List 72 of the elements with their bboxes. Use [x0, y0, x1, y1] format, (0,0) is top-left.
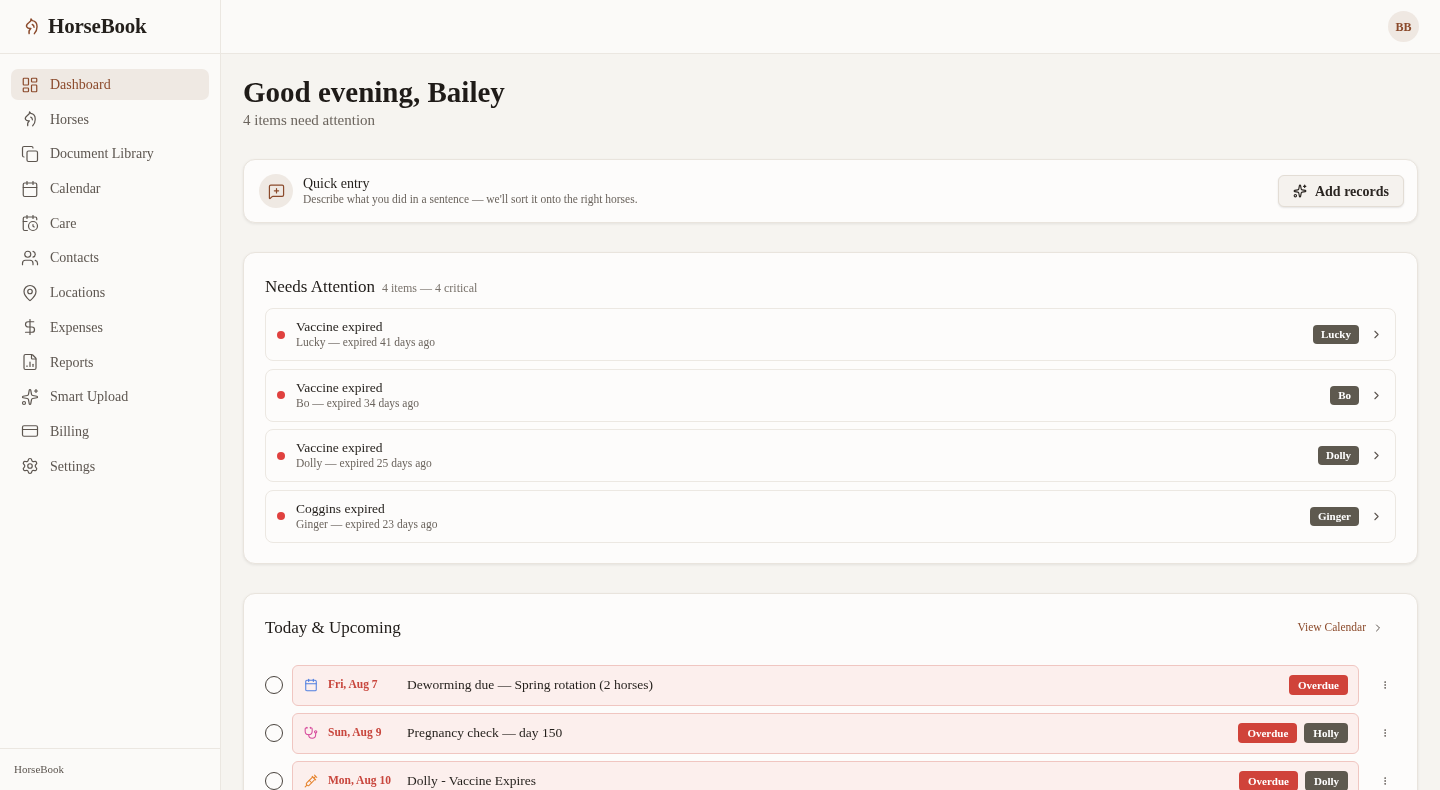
task-title: Dolly - Vaccine Expires — [407, 771, 538, 790]
report-chart-icon — [21, 353, 39, 371]
sidebar-item[interactable]: Care — [11, 207, 209, 239]
sidebar-item[interactable]: Contacts — [11, 242, 209, 274]
horse-badge: Lucky — [1313, 325, 1359, 344]
task-row[interactable]: Fri, Aug 7 Deworming due — Spring rotation (2 horses) Overdue — [292, 664, 1359, 706]
attention-item[interactable]: Vaccine expired Dolly — expired 25 days ago Dolly — [265, 429, 1396, 482]
task-title: Deworming due — Spring rotation (2 horses) — [407, 675, 654, 694]
app-logo-text: HorseBook — [48, 12, 147, 40]
sidebar-item[interactable]: Dashboard — [11, 69, 209, 100]
syringe-icon — [304, 774, 318, 788]
status-badge: Overdue — [1239, 771, 1298, 790]
task-date: Mon, Aug 10 — [328, 773, 392, 789]
sidebar-item[interactable]: Smart Upload — [11, 381, 209, 413]
horse-badge: Ginger — [1310, 506, 1359, 526]
sidebar-item[interactable]: Calendar — [11, 173, 209, 205]
quick-entry-title: Quick entry — [303, 175, 371, 192]
quick-entry-description: Describe what you did in a sentence — we'll sort it onto the right horses. — [303, 192, 639, 207]
task-row[interactable]: Mon, Aug 10 Dolly - Vaccine Expires Overdue Dolly — [292, 760, 1359, 790]
sparkles-icon — [21, 387, 39, 406]
map-pin-icon — [21, 283, 39, 302]
attention-title: Vaccine expired — [296, 379, 384, 396]
status-badge: Overdue — [1289, 675, 1348, 695]
attention-item[interactable]: Vaccine expired Lucky — expired 41 days ago Lucky — [265, 308, 1396, 361]
attention-detail: Ginger — expired 23 days ago — [296, 516, 439, 532]
calendar-icon — [21, 179, 39, 198]
user-avatar[interactable]: BB — [1388, 11, 1419, 42]
horse-badge: Dolly — [1304, 771, 1348, 790]
section-summary: 4 items — 4 critical — [382, 280, 478, 297]
task-date: Sun, Aug 9 — [328, 725, 383, 741]
horse-badge: Bo — [1330, 385, 1359, 405]
attention-item[interactable]: Coggins expired Ginger — expired 23 days ago Ginger — [265, 489, 1396, 543]
sidebar-item[interactable]: Locations — [11, 277, 209, 309]
attention-detail: Dolly — expired 25 days ago — [296, 456, 433, 471]
section-title: Needs Attention — [265, 277, 375, 297]
attention-detail: Bo — expired 34 days ago — [296, 395, 420, 411]
status-badge: Overdue — [1238, 723, 1298, 743]
attention-title: Vaccine expired — [296, 440, 384, 456]
attention-title: Vaccine expired — [296, 319, 384, 335]
calendar-clock-icon — [21, 214, 39, 233]
status-dot-icon — [277, 451, 285, 460]
task-date: Fri, Aug 7 — [328, 677, 379, 693]
status-dot-icon — [277, 391, 285, 399]
sparkles-icon — [1292, 184, 1307, 198]
greeting-subtitle: 4 items need attention — [243, 111, 377, 130]
stethoscope-icon — [304, 726, 318, 740]
calendar-icon — [304, 678, 318, 692]
horse-badge: Holly — [1304, 723, 1348, 743]
task-title: Pregnancy check — day 150 — [407, 723, 564, 742]
sidebar-item[interactable]: Horses — [11, 103, 209, 135]
sidebar-item[interactable]: Document Library — [11, 138, 209, 170]
attention-title: Coggins expired — [296, 500, 386, 517]
attention-detail: Lucky — expired 41 days ago — [296, 335, 436, 350]
status-dot-icon — [277, 512, 285, 520]
greeting-title: Good evening, Bailey — [243, 76, 506, 108]
documents-icon — [21, 144, 39, 163]
sidebar-item[interactable]: Reports — [11, 346, 209, 378]
sidebar-item[interactable]: Settings — [11, 450, 209, 482]
sidebar-item[interactable]: Billing — [11, 415, 209, 447]
people-icon — [21, 248, 39, 267]
task-row[interactable]: Sun, Aug 9 Pregnancy check — day 150 Overdue Holly — [292, 712, 1359, 754]
horse-badge: Dolly — [1317, 446, 1359, 465]
sidebar-item[interactable]: Expenses — [11, 311, 209, 343]
add-records-button[interactable]: Add records — [1277, 175, 1404, 207]
sidebar-footer-text: HorseBook — [14, 762, 65, 778]
section-title: Today & Upcoming — [265, 617, 401, 638]
settings-icon — [21, 457, 39, 476]
status-dot-icon — [277, 330, 285, 339]
message-plus-icon — [259, 174, 293, 208]
dashboard-icon — [21, 75, 39, 94]
view-calendar-link[interactable]: View Calendar — [1297, 618, 1384, 637]
attention-item[interactable]: Vaccine expired Bo — expired 34 days ago Bo — [265, 368, 1396, 422]
